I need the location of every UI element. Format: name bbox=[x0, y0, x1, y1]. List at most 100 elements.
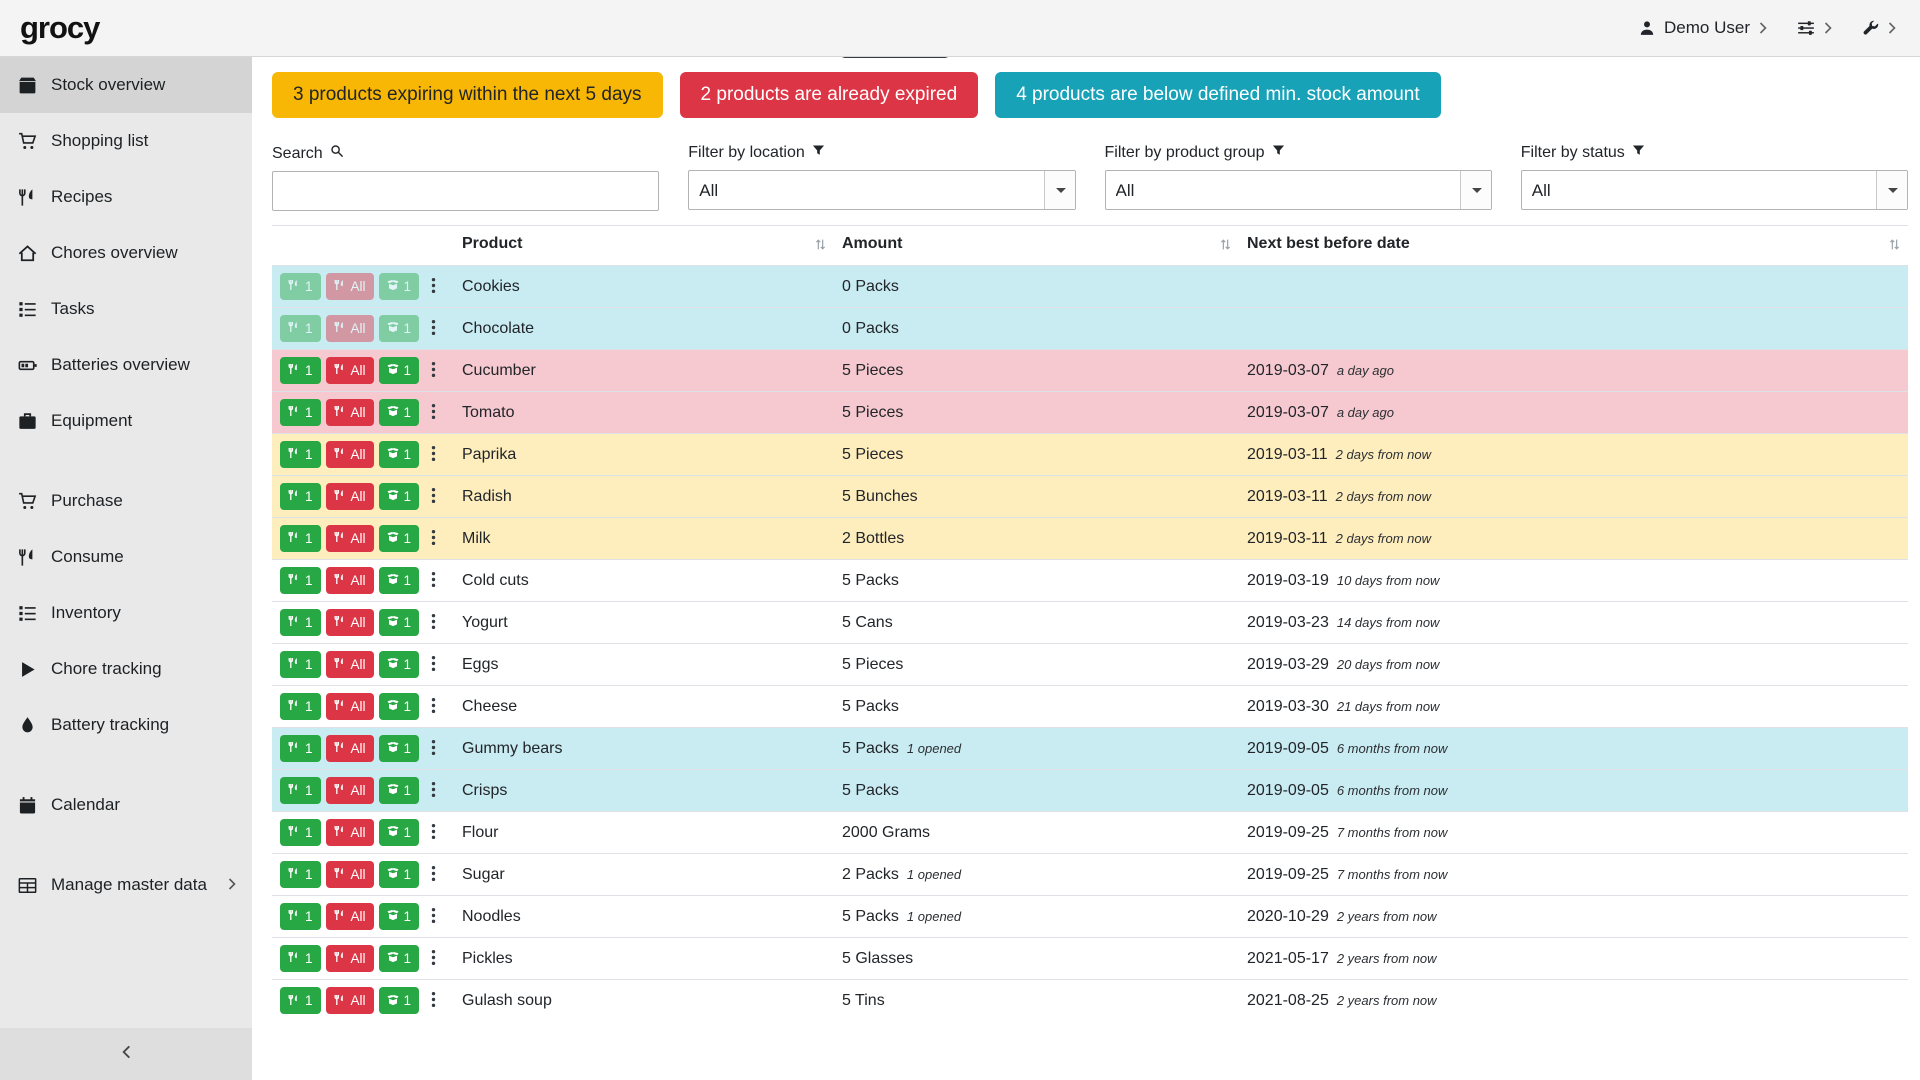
consume-one-button[interactable]: 1 bbox=[280, 819, 321, 846]
app-logo[interactable]: grocy bbox=[20, 10, 99, 46]
consume-one-button[interactable]: 1 bbox=[280, 651, 321, 678]
sidebar-item-inventory[interactable]: Inventory bbox=[0, 585, 252, 641]
consume-one-button[interactable]: 1 bbox=[280, 483, 321, 510]
consume-one-button[interactable]: 1 bbox=[280, 441, 321, 468]
row-menu-button[interactable] bbox=[424, 527, 443, 551]
consume-one-button[interactable]: 1 bbox=[280, 693, 321, 720]
consume-all-button[interactable]: All bbox=[326, 861, 374, 888]
row-menu-button[interactable] bbox=[424, 821, 443, 845]
sidebar-item-calendar[interactable]: Calendar bbox=[0, 777, 252, 833]
open-one-button[interactable]: 1 bbox=[379, 441, 420, 468]
consume-one-button[interactable]: 1 bbox=[280, 903, 321, 930]
alert-already-expired[interactable]: 2 products are already expired bbox=[680, 72, 979, 118]
sidebar-item-purchase[interactable]: Purchase bbox=[0, 473, 252, 529]
open-one-button[interactable]: 1 bbox=[379, 903, 420, 930]
consume-one-button[interactable]: 1 bbox=[280, 777, 321, 804]
row-menu-button[interactable] bbox=[424, 737, 443, 761]
consume-all-button[interactable]: All bbox=[326, 399, 374, 426]
consume-one-button[interactable]: 1 bbox=[280, 945, 321, 972]
row-menu-button[interactable] bbox=[424, 443, 443, 467]
consume-all-button[interactable]: All bbox=[326, 651, 374, 678]
consume-one-button[interactable]: 1 bbox=[280, 567, 321, 594]
consume-one-button[interactable]: 1 bbox=[280, 525, 321, 552]
row-menu-button[interactable] bbox=[424, 779, 443, 803]
consume-all-button[interactable]: All bbox=[326, 315, 374, 342]
row-menu-button[interactable] bbox=[424, 485, 443, 509]
sidebar-item-tasks[interactable]: Tasks bbox=[0, 281, 252, 337]
consume-one-button[interactable]: 1 bbox=[280, 399, 321, 426]
sidebar-item-batteries-overview[interactable]: Batteries overview bbox=[0, 337, 252, 393]
row-menu-button[interactable] bbox=[424, 275, 443, 299]
open-one-button[interactable]: 1 bbox=[379, 945, 420, 972]
consume-all-button[interactable]: All bbox=[326, 357, 374, 384]
admin-tools-menu[interactable] bbox=[1862, 20, 1896, 37]
consume-all-button[interactable]: All bbox=[326, 609, 374, 636]
open-one-button[interactable]: 1 bbox=[379, 777, 420, 804]
consume-all-button[interactable]: All bbox=[326, 483, 374, 510]
consume-one-button[interactable]: 1 bbox=[280, 735, 321, 762]
sidebar-item-consume[interactable]: Consume bbox=[0, 529, 252, 585]
date-column-header[interactable]: Next best before date bbox=[1239, 226, 1908, 266]
consume-all-button[interactable]: All bbox=[326, 735, 374, 762]
row-menu-button[interactable] bbox=[424, 695, 443, 719]
consume-all-button[interactable]: All bbox=[326, 273, 374, 300]
row-menu-button[interactable] bbox=[424, 905, 443, 929]
open-one-button[interactable]: 1 bbox=[379, 735, 420, 762]
open-one-button[interactable]: 1 bbox=[379, 861, 420, 888]
consume-all-button[interactable]: All bbox=[326, 525, 374, 552]
sidebar-item-manage-master-data[interactable]: Manage master data bbox=[0, 857, 252, 913]
open-one-button[interactable]: 1 bbox=[379, 819, 420, 846]
consume-all-button[interactable]: All bbox=[326, 945, 374, 972]
product-column-header[interactable]: Product bbox=[454, 226, 834, 266]
open-one-button[interactable]: 1 bbox=[379, 651, 420, 678]
sort-icon[interactable] bbox=[815, 238, 826, 256]
status-select[interactable]: All bbox=[1521, 170, 1908, 210]
consume-all-button[interactable]: All bbox=[326, 441, 374, 468]
open-one-button[interactable]: 1 bbox=[379, 315, 420, 342]
open-one-button[interactable]: 1 bbox=[379, 483, 420, 510]
amount-column-header[interactable]: Amount bbox=[834, 226, 1239, 266]
sort-icon[interactable] bbox=[1220, 238, 1231, 256]
sidebar-item-recipes[interactable]: Recipes bbox=[0, 169, 252, 225]
row-menu-button[interactable] bbox=[424, 863, 443, 887]
consume-all-button[interactable]: All bbox=[326, 903, 374, 930]
row-menu-button[interactable] bbox=[424, 317, 443, 341]
sidebar-item-stock-overview[interactable]: Stock overview bbox=[0, 57, 252, 113]
consume-one-button[interactable]: 1 bbox=[280, 273, 321, 300]
row-menu-button[interactable] bbox=[424, 947, 443, 971]
open-one-button[interactable]: 1 bbox=[379, 693, 420, 720]
sidebar-item-equipment[interactable]: Equipment bbox=[0, 393, 252, 449]
consume-one-button[interactable]: 1 bbox=[280, 315, 321, 342]
consume-one-button[interactable]: 1 bbox=[280, 987, 321, 1014]
row-menu-button[interactable] bbox=[424, 359, 443, 383]
consume-one-button[interactable]: 1 bbox=[280, 357, 321, 384]
view-settings-menu[interactable] bbox=[1797, 20, 1832, 36]
search-input[interactable] bbox=[272, 171, 659, 211]
consume-all-button[interactable]: All bbox=[326, 693, 374, 720]
row-menu-button[interactable] bbox=[424, 653, 443, 677]
open-one-button[interactable]: 1 bbox=[379, 567, 420, 594]
consume-all-button[interactable]: All bbox=[326, 567, 374, 594]
sidebar-item-battery-tracking[interactable]: Battery tracking bbox=[0, 697, 252, 753]
location-select[interactable]: All bbox=[688, 170, 1075, 210]
product-group-select[interactable]: All bbox=[1105, 170, 1492, 210]
consume-all-button[interactable]: All bbox=[326, 777, 374, 804]
sidebar-item-chores-overview[interactable]: Chores overview bbox=[0, 225, 252, 281]
consume-one-button[interactable]: 1 bbox=[280, 609, 321, 636]
consume-all-button[interactable]: All bbox=[326, 819, 374, 846]
open-one-button[interactable]: 1 bbox=[379, 987, 420, 1014]
sidebar-collapse-button[interactable] bbox=[0, 1028, 252, 1080]
row-menu-button[interactable] bbox=[424, 611, 443, 635]
user-menu[interactable]: Demo User bbox=[1639, 18, 1767, 38]
row-menu-button[interactable] bbox=[424, 989, 443, 1013]
open-one-button[interactable]: 1 bbox=[379, 357, 420, 384]
alert-below-min-stock[interactable]: 4 products are below defined min. stock … bbox=[995, 72, 1440, 118]
row-menu-button[interactable] bbox=[424, 569, 443, 593]
consume-all-button[interactable]: All bbox=[326, 987, 374, 1014]
sort-icon[interactable] bbox=[1889, 238, 1900, 256]
sidebar-item-shopping-list[interactable]: Shopping list bbox=[0, 113, 252, 169]
alert-expiring-soon[interactable]: 3 products expiring within the next 5 da… bbox=[272, 72, 663, 118]
open-one-button[interactable]: 1 bbox=[379, 609, 420, 636]
open-one-button[interactable]: 1 bbox=[379, 273, 420, 300]
sidebar-item-chore-tracking[interactable]: Chore tracking bbox=[0, 641, 252, 697]
